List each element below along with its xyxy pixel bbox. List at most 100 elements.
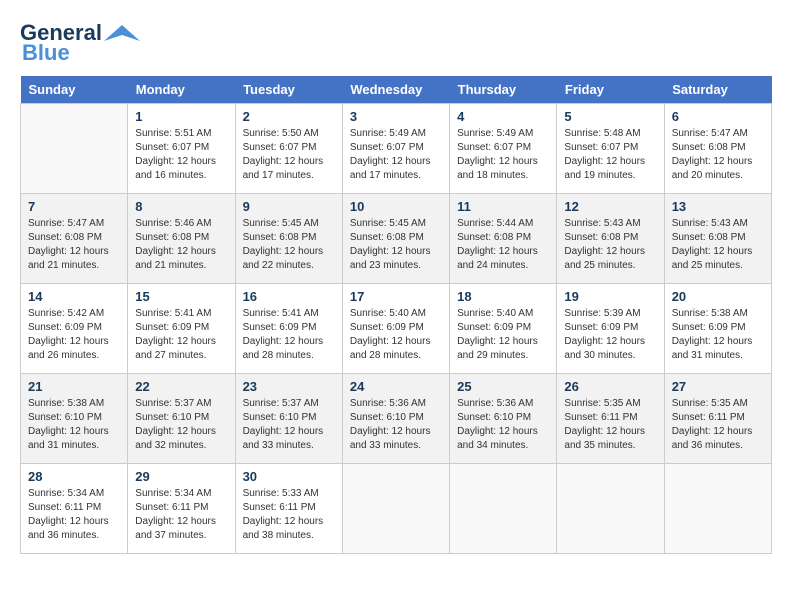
day-number: 11 bbox=[457, 199, 549, 214]
day-info: Sunrise: 5:41 AM Sunset: 6:09 PM Dayligh… bbox=[243, 307, 335, 363]
calendar-cell: 20Sunrise: 5:38 AM Sunset: 6:09 PM Dayli… bbox=[664, 284, 771, 374]
day-number: 28 bbox=[28, 469, 120, 484]
calendar-cell bbox=[342, 464, 449, 554]
column-header-sunday: Sunday bbox=[21, 76, 128, 104]
day-number: 3 bbox=[350, 109, 442, 124]
day-number: 26 bbox=[564, 379, 656, 394]
column-header-monday: Monday bbox=[128, 76, 235, 104]
column-header-tuesday: Tuesday bbox=[235, 76, 342, 104]
column-header-friday: Friday bbox=[557, 76, 664, 104]
calendar-cell: 21Sunrise: 5:38 AM Sunset: 6:10 PM Dayli… bbox=[21, 374, 128, 464]
page-header: General Blue bbox=[20, 20, 772, 66]
day-info: Sunrise: 5:37 AM Sunset: 6:10 PM Dayligh… bbox=[135, 397, 227, 453]
logo: General Blue bbox=[20, 20, 140, 66]
calendar-cell: 19 Sunrise: 5:39 AM Sunset: 6:09 PM Dayli… bbox=[557, 284, 664, 374]
day-info: Sunrise: 5:37 AM Sunset: 6:10 PM Dayligh… bbox=[243, 397, 335, 453]
day-number: 30 bbox=[243, 469, 335, 484]
day-info: Sunrise: 5:45 AM Sunset: 6:08 PM Dayligh… bbox=[243, 217, 335, 273]
day-number: 2 bbox=[243, 109, 335, 124]
day-number: 19 bbox=[564, 289, 656, 304]
calendar-cell: 16 Sunrise: 5:41 AM Sunset: 6:09 PM Dayli… bbox=[235, 284, 342, 374]
day-number: 16 bbox=[243, 289, 335, 304]
day-info: Sunrise: 5:43 AM Sunset: 6:08 PM Dayligh… bbox=[564, 217, 656, 273]
day-number: 1 bbox=[135, 109, 227, 124]
day-number: 25 bbox=[457, 379, 549, 394]
day-info: Sunrise: 5:39 AM Sunset: 6:09 PM Dayligh… bbox=[564, 307, 656, 363]
column-header-thursday: Thursday bbox=[450, 76, 557, 104]
day-info: Sunrise: 5:35 AM Sunset: 6:11 PM Dayligh… bbox=[564, 397, 656, 453]
day-info: Sunrise: 5:45 AM Sunset: 6:08 PM Dayligh… bbox=[350, 217, 442, 273]
day-number: 22 bbox=[135, 379, 227, 394]
calendar-cell: 25 Sunrise: 5:36 AM Sunset: 6:10 PM Dayli… bbox=[450, 374, 557, 464]
calendar-cell bbox=[21, 104, 128, 194]
day-info: Sunrise: 5:36 AM Sunset: 6:10 PM Dayligh… bbox=[457, 397, 549, 453]
calendar-cell: 9 Sunrise: 5:45 AM Sunset: 6:08 PM Daylig… bbox=[235, 194, 342, 284]
calendar-cell: 30 Sunrise: 5:33 AM Sunset: 6:11 PM Dayli… bbox=[235, 464, 342, 554]
calendar-cell: 29 Sunrise: 5:34 AM Sunset: 6:11 PM Dayli… bbox=[128, 464, 235, 554]
calendar-cell: 28 Sunrise: 5:34 AM Sunset: 6:11 PM Dayli… bbox=[21, 464, 128, 554]
calendar-cell bbox=[664, 464, 771, 554]
logo-blue: Blue bbox=[22, 40, 70, 66]
day-info: Sunrise: 5:43 AM Sunset: 6:08 PM Dayligh… bbox=[672, 217, 764, 273]
calendar-cell: 11 Sunrise: 5:44 AM Sunset: 6:08 PM Dayli… bbox=[450, 194, 557, 284]
day-info: Sunrise: 5:44 AM Sunset: 6:08 PM Dayligh… bbox=[457, 217, 549, 273]
calendar-cell: 18 Sunrise: 5:40 AM Sunset: 6:09 PM Dayli… bbox=[450, 284, 557, 374]
day-number: 18 bbox=[457, 289, 549, 304]
calendar-cell: 2 Sunrise: 5:50 AM Sunset: 6:07 PM Daylig… bbox=[235, 104, 342, 194]
calendar-cell: 23 Sunrise: 5:37 AM Sunset: 6:10 PM Dayli… bbox=[235, 374, 342, 464]
calendar-cell: 26 Sunrise: 5:35 AM Sunset: 6:11 PM Dayli… bbox=[557, 374, 664, 464]
day-number: 8 bbox=[135, 199, 227, 214]
day-number: 21 bbox=[28, 379, 120, 394]
day-number: 12 bbox=[564, 199, 656, 214]
calendar-cell: 24 Sunrise: 5:36 AM Sunset: 6:10 PM Dayli… bbox=[342, 374, 449, 464]
day-number: 10 bbox=[350, 199, 442, 214]
calendar-cell: 17Sunrise: 5:40 AM Sunset: 6:09 PM Dayli… bbox=[342, 284, 449, 374]
calendar-week-1: 1 Sunrise: 5:51 AM Sunset: 6:07 PM Daylig… bbox=[21, 104, 772, 194]
day-info: Sunrise: 5:34 AM Sunset: 6:11 PM Dayligh… bbox=[28, 487, 120, 543]
day-number: 20 bbox=[672, 289, 764, 304]
calendar-cell: 8 Sunrise: 5:46 AM Sunset: 6:08 PM Daylig… bbox=[128, 194, 235, 284]
day-info: Sunrise: 5:35 AM Sunset: 6:11 PM Dayligh… bbox=[672, 397, 764, 453]
day-info: Sunrise: 5:34 AM Sunset: 6:11 PM Dayligh… bbox=[135, 487, 227, 543]
calendar-week-3: 14Sunrise: 5:42 AM Sunset: 6:09 PM Dayli… bbox=[21, 284, 772, 374]
day-number: 5 bbox=[564, 109, 656, 124]
day-info: Sunrise: 5:41 AM Sunset: 6:09 PM Dayligh… bbox=[135, 307, 227, 363]
day-number: 9 bbox=[243, 199, 335, 214]
column-header-saturday: Saturday bbox=[664, 76, 771, 104]
day-number: 7 bbox=[28, 199, 120, 214]
calendar-cell bbox=[450, 464, 557, 554]
day-info: Sunrise: 5:40 AM Sunset: 6:09 PM Dayligh… bbox=[457, 307, 549, 363]
day-info: Sunrise: 5:36 AM Sunset: 6:10 PM Dayligh… bbox=[350, 397, 442, 453]
day-info: Sunrise: 5:49 AM Sunset: 6:07 PM Dayligh… bbox=[350, 127, 442, 183]
day-info: Sunrise: 5:47 AM Sunset: 6:08 PM Dayligh… bbox=[672, 127, 764, 183]
day-info: Sunrise: 5:47 AM Sunset: 6:08 PM Dayligh… bbox=[28, 217, 120, 273]
day-number: 15 bbox=[135, 289, 227, 304]
calendar-week-4: 21Sunrise: 5:38 AM Sunset: 6:10 PM Dayli… bbox=[21, 374, 772, 464]
day-info: Sunrise: 5:40 AM Sunset: 6:09 PM Dayligh… bbox=[350, 307, 442, 363]
calendar-cell: 1 Sunrise: 5:51 AM Sunset: 6:07 PM Daylig… bbox=[128, 104, 235, 194]
day-info: Sunrise: 5:46 AM Sunset: 6:08 PM Dayligh… bbox=[135, 217, 227, 273]
calendar-cell: 15 Sunrise: 5:41 AM Sunset: 6:09 PM Dayli… bbox=[128, 284, 235, 374]
calendar-cell bbox=[557, 464, 664, 554]
day-number: 23 bbox=[243, 379, 335, 394]
day-info: Sunrise: 5:33 AM Sunset: 6:11 PM Dayligh… bbox=[243, 487, 335, 543]
calendar-header-row: SundayMondayTuesdayWednesdayThursdayFrid… bbox=[21, 76, 772, 104]
day-info: Sunrise: 5:51 AM Sunset: 6:07 PM Dayligh… bbox=[135, 127, 227, 183]
column-header-wednesday: Wednesday bbox=[342, 76, 449, 104]
day-number: 24 bbox=[350, 379, 442, 394]
day-info: Sunrise: 5:48 AM Sunset: 6:07 PM Dayligh… bbox=[564, 127, 656, 183]
calendar-cell: 4 Sunrise: 5:49 AM Sunset: 6:07 PM Daylig… bbox=[450, 104, 557, 194]
calendar-cell: 3 Sunrise: 5:49 AM Sunset: 6:07 PM Daylig… bbox=[342, 104, 449, 194]
calendar-cell: 12 Sunrise: 5:43 AM Sunset: 6:08 PM Dayli… bbox=[557, 194, 664, 284]
day-number: 13 bbox=[672, 199, 764, 214]
calendar-cell: 5 Sunrise: 5:48 AM Sunset: 6:07 PM Daylig… bbox=[557, 104, 664, 194]
day-number: 4 bbox=[457, 109, 549, 124]
day-info: Sunrise: 5:42 AM Sunset: 6:09 PM Dayligh… bbox=[28, 307, 120, 363]
calendar-week-2: 7 Sunrise: 5:47 AM Sunset: 6:08 PM Daylig… bbox=[21, 194, 772, 284]
day-number: 29 bbox=[135, 469, 227, 484]
calendar-cell: 27Sunrise: 5:35 AM Sunset: 6:11 PM Dayli… bbox=[664, 374, 771, 464]
calendar-cell: 14Sunrise: 5:42 AM Sunset: 6:09 PM Dayli… bbox=[21, 284, 128, 374]
calendar-cell: 6Sunrise: 5:47 AM Sunset: 6:08 PM Daylig… bbox=[664, 104, 771, 194]
day-info: Sunrise: 5:50 AM Sunset: 6:07 PM Dayligh… bbox=[243, 127, 335, 183]
day-info: Sunrise: 5:49 AM Sunset: 6:07 PM Dayligh… bbox=[457, 127, 549, 183]
